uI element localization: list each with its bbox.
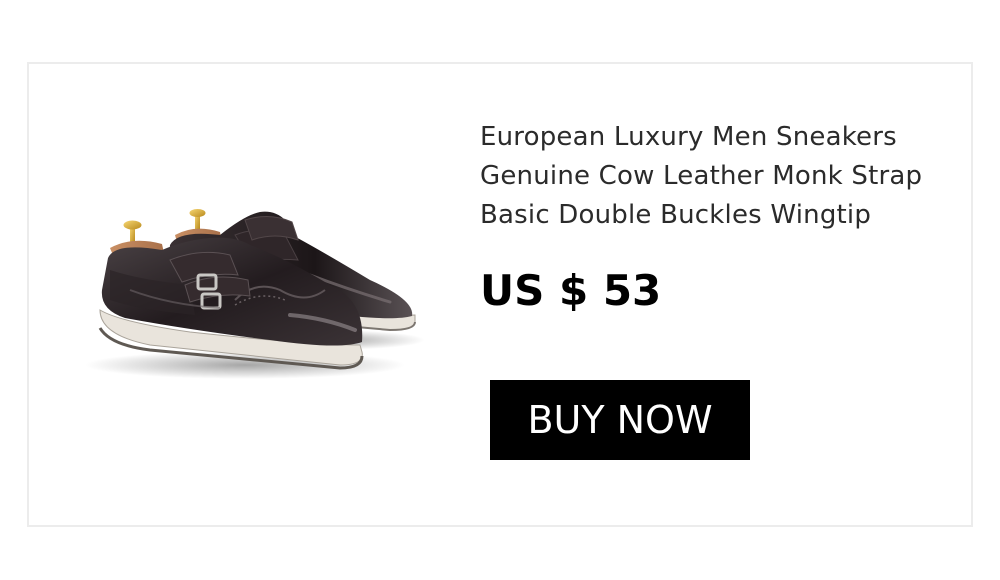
product-price: US $ 53: [480, 266, 662, 315]
product-title-line-1: European Luxury Men Sneakers: [480, 122, 897, 152]
product-image[interactable]: [70, 140, 440, 400]
product-title-line-2: Genuine Cow Leather Monk Strap: [480, 161, 923, 191]
front-shoe: [98, 220, 364, 370]
product-title-line-3: Basic Double Buckles Wingtip: [480, 200, 872, 230]
product-title: European Luxury Men Sneakers Genuine Cow…: [480, 118, 960, 235]
buy-now-button[interactable]: BUY NOW: [490, 380, 750, 460]
